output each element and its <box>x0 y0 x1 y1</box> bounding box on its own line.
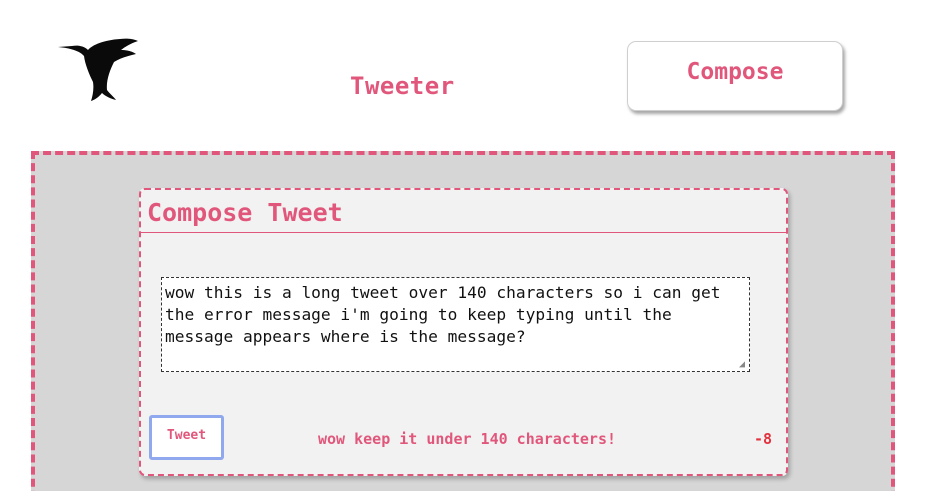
error-message: wow keep it under 140 characters! <box>318 430 617 448</box>
character-counter: -8 <box>753 430 772 448</box>
tweet-button[interactable]: Tweet <box>149 415 224 460</box>
hummingbird-icon <box>58 38 138 101</box>
resize-grip-icon[interactable]: ◢ <box>739 360 749 370</box>
site-title: Tweeter <box>350 72 455 100</box>
compose-tweet-title: Compose Tweet <box>147 198 343 227</box>
compose-tweet-card: Compose Tweet ◢ Tweet wow keep it under … <box>139 188 788 476</box>
page: Tweeter Compose Compose Tweet ◢ Tweet wo… <box>0 0 928 491</box>
tweet-textarea[interactable] <box>161 277 750 372</box>
card-divider <box>141 232 786 233</box>
compose-button[interactable]: Compose <box>627 41 843 111</box>
